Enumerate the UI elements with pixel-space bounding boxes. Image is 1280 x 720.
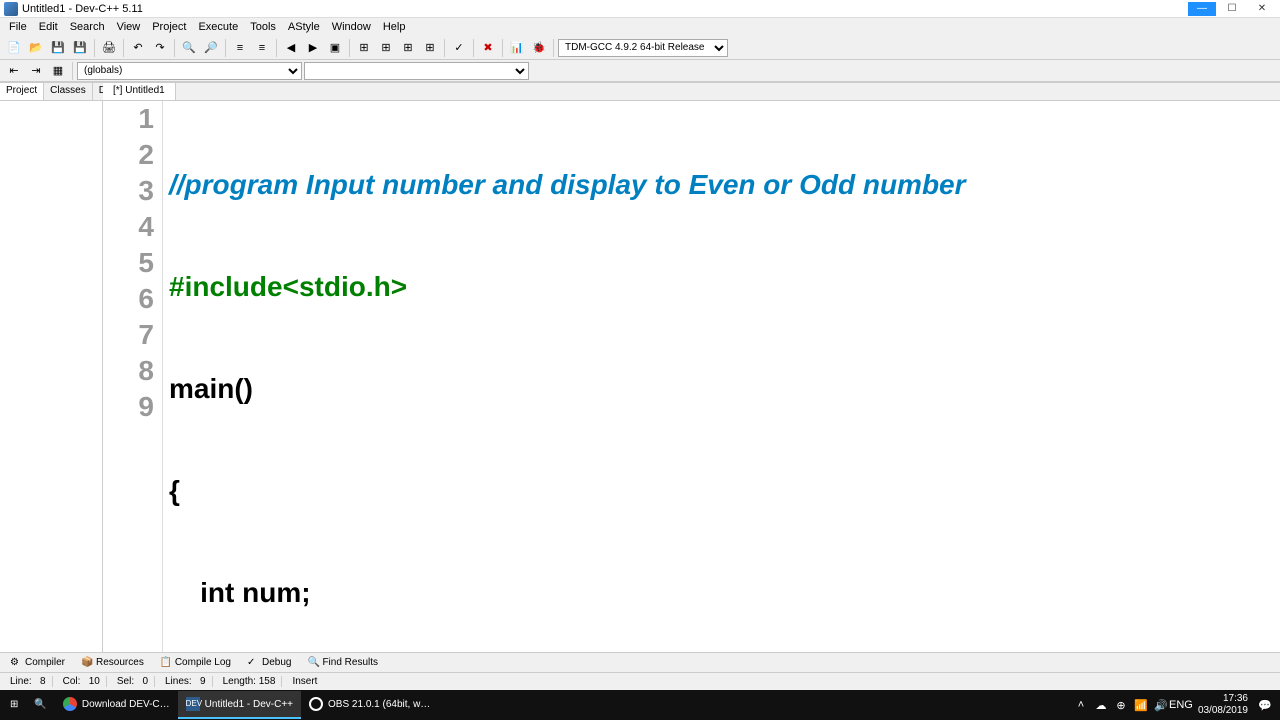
status-length: Length: 158 [217, 676, 283, 687]
language-indicator[interactable]: ENG [1174, 698, 1188, 712]
devcpp-icon: DEV [186, 697, 200, 711]
status-mode: Insert [286, 676, 323, 687]
status-lines: Lines: 9 [159, 676, 213, 687]
code-content[interactable]: //program Input number and display to Ev… [163, 101, 1280, 652]
save-all-button[interactable]: 💾 [70, 38, 90, 58]
status-bar: Line: 8 Col: 10 Sel: 0 Lines: 9 Length: … [0, 672, 1280, 690]
goto-line-button[interactable]: ▦ [48, 61, 68, 81]
minimize-button[interactable]: — [1188, 2, 1216, 16]
status-line: Line: 8 [4, 676, 53, 687]
redo-button[interactable]: ↷ [150, 38, 170, 58]
task-obs[interactable]: OBS 21.0.1 (64bit, w… [301, 691, 438, 719]
undo-button[interactable]: ↶ [128, 38, 148, 58]
package-icon: 📦 [81, 657, 93, 669]
compile-button[interactable]: ✓ [449, 38, 469, 58]
menu-project[interactable]: Project [147, 19, 191, 35]
bottom-tab-resources[interactable]: 📦Resources [75, 655, 150, 671]
task-devcpp[interactable]: DEVUntitled1 - Dev-C++ [178, 691, 301, 719]
scope-select[interactable]: (globals) [77, 62, 302, 80]
obs-icon [309, 697, 323, 711]
save-button[interactable]: 💾 [48, 38, 68, 58]
notifications-icon[interactable]: 💬 [1258, 698, 1272, 712]
search-button[interactable]: 🔍 [26, 691, 54, 719]
menu-file[interactable]: File [4, 19, 32, 35]
window-titlebar: Untitled1 - Dev-C++ 5.11 — ☐ ✕ [0, 0, 1280, 18]
grid4-button[interactable]: ⊞ [420, 38, 440, 58]
task-chrome[interactable]: Download DEV-C… [55, 691, 178, 719]
onedrive-icon[interactable]: ☁ [1094, 698, 1108, 712]
status-col: Col: 10 [57, 676, 107, 687]
compiler-select[interactable]: TDM-GCC 4.9.2 64-bit Release [558, 39, 728, 57]
main-area: Project Classes Debug [*] Untitled1 1 2 … [0, 82, 1280, 652]
line-gutter: 1 2 3 4 5 6 7 8 9 [103, 101, 163, 652]
bottom-tabs: ⚙Compiler 📦Resources 📋Compile Log ✓Debug… [0, 652, 1280, 672]
check-icon: ✓ [247, 657, 259, 669]
main-toolbar: 📄 📂 💾 💾 🖨 ↶ ↷ 🔍 🔎 ≡ ≡ ◀ ▶ ▣ ⊞ ⊞ ⊞ ⊞ ✓ ✖ … [0, 36, 1280, 60]
panel-body [0, 101, 102, 652]
forward-button[interactable]: ▶ [303, 38, 323, 58]
menu-edit[interactable]: Edit [34, 19, 63, 35]
bottom-tab-debug[interactable]: ✓Debug [241, 655, 297, 671]
grid1-button[interactable]: ⊞ [354, 38, 374, 58]
unindent-button[interactable]: ≡ [252, 38, 272, 58]
menu-search[interactable]: Search [65, 19, 110, 35]
back-button[interactable]: ◀ [281, 38, 301, 58]
open-button[interactable]: 📂 [26, 38, 46, 58]
side-panel: Project Classes Debug [0, 83, 103, 652]
find-button[interactable]: 🔍 [179, 38, 199, 58]
app-icon [4, 2, 18, 16]
grid2-button[interactable]: ⊞ [376, 38, 396, 58]
window-controls: — ☐ ✕ [1188, 2, 1276, 16]
clock[interactable]: 17:36 03/08/2019 [1194, 693, 1252, 717]
network-icon[interactable]: 📶 [1134, 698, 1148, 712]
bottom-tab-compile-log[interactable]: 📋Compile Log [154, 655, 237, 671]
status-sel: Sel: 0 [111, 676, 155, 687]
system-tray: ˄ ☁ ⊕ 📶 🔊 ENG 17:36 03/08/2019 💬 [1068, 693, 1278, 717]
windows-taskbar: ⊞ 🔍 Download DEV-C… DEVUntitled1 - Dev-C… [0, 690, 1280, 720]
menu-help[interactable]: Help [378, 19, 411, 35]
menu-window[interactable]: Window [327, 19, 376, 35]
new-button[interactable]: 📄 [4, 38, 24, 58]
secondary-toolbar: ⇤ ⇥ ▦ (globals) [0, 60, 1280, 82]
log-icon: 📋 [160, 657, 172, 669]
menu-astyle[interactable]: AStyle [283, 19, 325, 35]
panel-tab-classes[interactable]: Classes [44, 83, 93, 100]
code-editor[interactable]: 1 2 3 4 5 6 7 8 9 //program Input number… [103, 101, 1280, 652]
goto-fwd-button[interactable]: ⇥ [26, 61, 46, 81]
stop-button[interactable]: ✖ [478, 38, 498, 58]
bottom-tab-compiler[interactable]: ⚙Compiler [4, 655, 71, 671]
close-button[interactable]: ✕ [1248, 2, 1276, 16]
menu-tools[interactable]: Tools [245, 19, 281, 35]
bottom-tab-find-results[interactable]: 🔍Find Results [301, 655, 384, 671]
file-tab-untitled[interactable]: [*] Untitled1 [103, 83, 176, 100]
debug-button[interactable]: 🐞 [529, 38, 549, 58]
gear-icon: ⚙ [10, 657, 22, 669]
chevron-up-icon[interactable]: ˄ [1074, 698, 1088, 712]
replace-button[interactable]: 🔎 [201, 38, 221, 58]
panel-tabs: Project Classes Debug [0, 83, 102, 101]
bookmark-button[interactable]: ▣ [325, 38, 345, 58]
print-button[interactable]: 🖨 [99, 38, 119, 58]
search-icon: 🔍 [307, 657, 319, 669]
panel-tab-project[interactable]: Project [0, 83, 44, 100]
start-button[interactable]: ⊞ [2, 691, 26, 719]
file-tabs: [*] Untitled1 [103, 83, 1280, 101]
maximize-button[interactable]: ☐ [1218, 2, 1246, 16]
goto-back-button[interactable]: ⇤ [4, 61, 24, 81]
editor-area: [*] Untitled1 1 2 3 4 5 6 7 8 9 //progra… [103, 83, 1280, 652]
window-title: Untitled1 - Dev-C++ 5.11 [22, 3, 143, 15]
menu-execute[interactable]: Execute [193, 19, 243, 35]
volume-icon[interactable]: 🔊 [1154, 698, 1168, 712]
security-icon[interactable]: ⊕ [1114, 698, 1128, 712]
member-select[interactable] [304, 62, 529, 80]
menu-bar: File Edit Search View Project Execute To… [0, 18, 1280, 36]
grid3-button[interactable]: ⊞ [398, 38, 418, 58]
profile-button[interactable]: 📊 [507, 38, 527, 58]
chrome-icon [63, 697, 77, 711]
menu-view[interactable]: View [112, 19, 146, 35]
indent-button[interactable]: ≡ [230, 38, 250, 58]
